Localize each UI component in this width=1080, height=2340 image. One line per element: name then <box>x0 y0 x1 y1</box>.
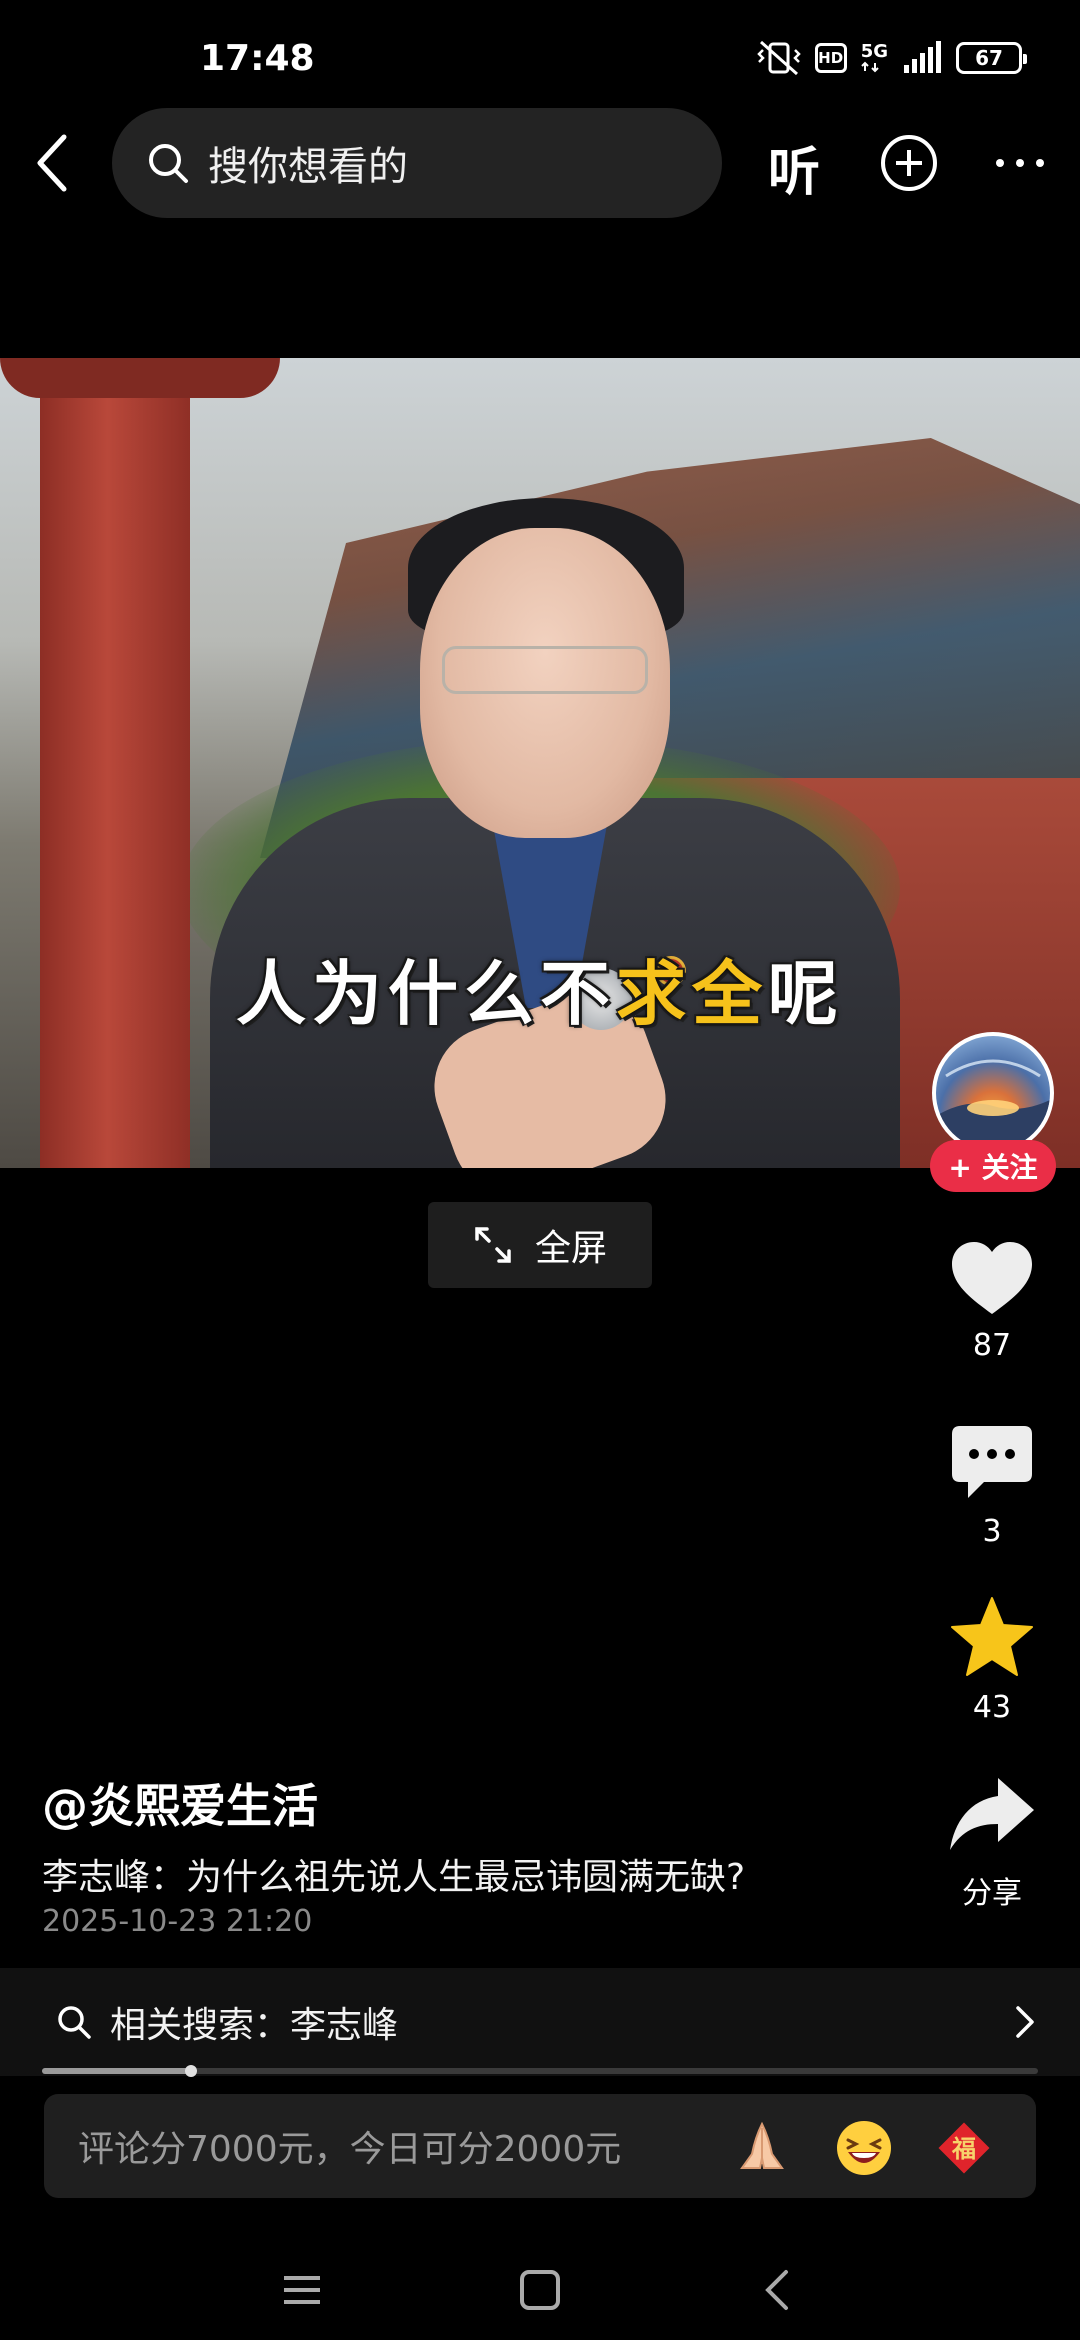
chevron-left-icon <box>37 134 67 192</box>
network-indicator: 5G <box>861 43 888 73</box>
video-subtitle: 人为什么不求全呢 <box>0 938 1080 1039</box>
video-progress-fill <box>42 2068 192 2074</box>
video-speaker-glasses <box>442 646 648 694</box>
favorite-action[interactable]: 43 <box>930 1596 1054 1725</box>
status-time: 17:48 <box>200 38 315 79</box>
video-red-pillar <box>40 358 190 1168</box>
author-avatar-group: + 关注 <box>930 1032 1056 1192</box>
favorite-count: 43 <box>972 1690 1012 1725</box>
star-icon <box>951 1597 1033 1676</box>
system-nav-bar <box>0 2240 1080 2340</box>
fullscreen-label: 全屏 <box>534 1228 607 1269</box>
related-search-label: 相关搜索：李志峰 <box>110 2005 399 2046</box>
share-arrow-icon <box>950 1778 1034 1850</box>
signal-icon <box>904 41 941 73</box>
sunset-landscape-icon <box>936 1059 1050 1150</box>
like-count: 87 <box>972 1328 1012 1363</box>
related-search-bar[interactable]: 相关搜索：李志峰 <box>0 1968 1080 2076</box>
listen-button[interactable]: 听 <box>768 130 820 205</box>
post-datetime: 2025-10-23 21:20 <box>42 1904 313 1939</box>
battery-indicator: 67 <box>956 42 1027 74</box>
fullscreen-button[interactable]: 全屏 <box>428 1202 652 1288</box>
data-arrows-icon <box>860 61 879 73</box>
video-pillar-cap <box>0 358 280 398</box>
top-nav: 搜你想看的 听 <box>0 108 1080 220</box>
author-name[interactable]: @炎熙爱生活 <box>42 1770 318 1836</box>
search-icon <box>58 2006 91 2039</box>
like-action[interactable]: 87 <box>930 1240 1054 1363</box>
home-icon[interactable] <box>516 2266 564 2314</box>
status-bar: 17:48 HD 5G 67 <box>0 0 1080 120</box>
back-button[interactable] <box>22 130 82 196</box>
subtitle-highlight: 求全 <box>616 953 768 1035</box>
network-type: 5G <box>860 41 888 62</box>
chevron-right-icon <box>1016 2006 1034 2038</box>
comment-action[interactable]: 3 <box>930 1424 1054 1549</box>
vibrate-off-icon <box>756 40 801 76</box>
menu-icon[interactable] <box>278 2266 326 2314</box>
comment-count: 3 <box>982 1514 1002 1549</box>
avatar[interactable] <box>932 1032 1054 1154</box>
video-player[interactable]: 人为什么不求全呢 <box>0 358 1080 1168</box>
praying-hands-icon[interactable] <box>732 2118 792 2178</box>
comment-bubble-icon <box>952 1426 1032 1498</box>
comment-placeholder: 评论分7000元，今日可分2000元 <box>78 2129 622 2170</box>
fu-text: 福 <box>951 2135 976 2163</box>
subtitle-part-2: 呢 <box>768 953 844 1035</box>
plus-circle-icon[interactable] <box>880 134 938 192</box>
follow-button[interactable]: + 关注 <box>930 1140 1056 1192</box>
status-icons: HD 5G 67 <box>756 40 1027 76</box>
back-nav-icon[interactable] <box>754 2266 802 2314</box>
video-speaker <box>210 468 900 1168</box>
more-horizontal-icon[interactable] <box>990 134 1050 192</box>
share-action[interactable]: 分享 <box>930 1776 1054 1912</box>
video-progress-bar[interactable] <box>42 2065 1038 2077</box>
fu-sticker-icon[interactable]: 福 <box>934 2118 994 2178</box>
post-caption: 李志峰：为什么祖先说人生最忌讳圆满无缺? <box>42 1857 746 1898</box>
search-input[interactable]: 搜你想看的 <box>112 108 722 218</box>
hd-badge: HD <box>814 43 847 73</box>
search-icon <box>149 144 188 183</box>
expand-icon <box>475 1227 511 1263</box>
heart-icon <box>952 1242 1032 1314</box>
comment-input[interactable]: 评论分7000元，今日可分2000元 福 <box>44 2094 1036 2198</box>
laughing-face-icon[interactable] <box>834 2118 894 2178</box>
subtitle-part-1: 人为什么不 <box>236 953 616 1035</box>
search-placeholder: 搜你想看的 <box>208 144 408 190</box>
share-label: 分享 <box>962 1876 1022 1911</box>
